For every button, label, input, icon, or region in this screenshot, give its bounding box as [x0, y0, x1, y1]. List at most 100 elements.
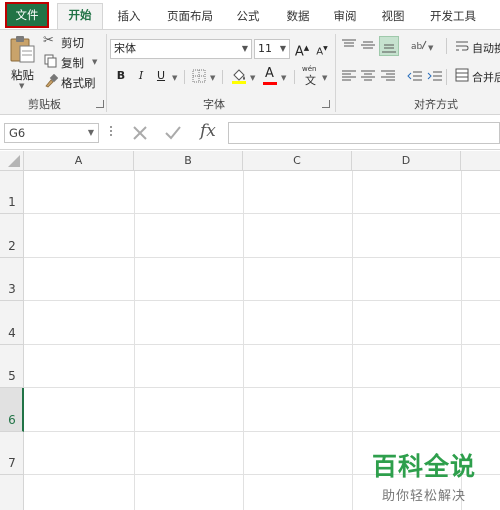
grow-font-label: A [294, 44, 304, 60]
svg-text:ab: ab [411, 42, 423, 52]
paste-icon [10, 36, 35, 63]
tab-data[interactable]: 数据 [283, 5, 313, 27]
align-middle-icon[interactable] [360, 38, 376, 52]
copy-label: 复制 [61, 56, 84, 70]
column-header-b[interactable]: B [134, 151, 243, 171]
tab-review[interactable]: 审阅 [330, 5, 360, 27]
borders-icon[interactable] [192, 69, 206, 83]
scissors-icon: ✂ [43, 33, 54, 48]
borders-dropdown-icon[interactable]: ▼ [210, 74, 215, 82]
divider [106, 34, 107, 112]
watermark-title: 百科全说 [372, 452, 477, 481]
clipboard-launcher-icon[interactable] [96, 100, 104, 108]
row-header-6[interactable]: 6 [0, 388, 24, 432]
font-size-select[interactable]: 11 ▼ [254, 39, 290, 59]
align-left-icon[interactable] [341, 69, 357, 83]
wrap-text-icon [456, 41, 469, 51]
column-header-c[interactable]: C [243, 151, 352, 171]
row-header-8[interactable] [0, 475, 24, 510]
shrink-font-button[interactable]: A▼ [313, 40, 331, 58]
font-color-button[interactable]: A [262, 66, 278, 86]
row-header-2[interactable]: 2 [0, 214, 24, 258]
tab-view[interactable]: 视图 [378, 5, 408, 27]
tab-insert[interactable]: 插入 [114, 5, 144, 27]
divider [446, 69, 447, 85]
tab-page-layout[interactable]: 页面布局 [162, 5, 218, 27]
cancel-icon[interactable] [132, 125, 148, 141]
phonetic-char-label: 文 [305, 74, 316, 87]
row-header-5[interactable]: 5 [0, 345, 24, 388]
font-name-value: 宋体 [114, 42, 136, 55]
divider [222, 70, 223, 84]
merge-cells-icon [455, 68, 469, 82]
font-launcher-icon[interactable] [322, 100, 330, 108]
font-name-select[interactable]: 宋体 ▼ [110, 39, 252, 59]
fill-color-icon[interactable] [230, 67, 248, 85]
column-header-e[interactable] [461, 151, 500, 171]
paste-button[interactable]: 粘贴 ▼ [6, 34, 38, 90]
wrap-text-label: 自动换 [472, 42, 500, 55]
font-group-label: 字体 [203, 98, 225, 111]
name-box[interactable]: G6 ▼ [4, 123, 99, 143]
formula-input[interactable] [228, 122, 500, 144]
grow-font-button[interactable]: A▲ [293, 39, 311, 60]
tab-formulas[interactable]: 公式 [233, 5, 263, 27]
bold-button[interactable]: B [112, 67, 130, 85]
tab-file[interactable]: 文件 [5, 2, 49, 28]
cell-reference: G6 [9, 126, 26, 140]
cut-button[interactable]: ✂ 剪切 [43, 33, 93, 51]
chevron-down-icon: ▼ [241, 44, 248, 53]
select-all-corner[interactable] [0, 151, 24, 171]
divider [335, 34, 336, 112]
format-painter-button[interactable]: 格式刷 [43, 73, 98, 91]
watermark: 百科全说 助你轻松解决 [372, 447, 492, 504]
underline-button[interactable]: U [152, 67, 170, 85]
divider [446, 38, 447, 54]
decrease-indent-icon[interactable] [407, 69, 423, 83]
format-painter-label: 格式刷 [61, 76, 96, 90]
phonetic-guide-button[interactable]: wén 文 [302, 65, 324, 87]
ribbon-tab-bar: 文件 开始 插入 页面布局 公式 数据 审阅 视图 开发工具 [0, 0, 500, 30]
formula-bar-grip-icon[interactable] [110, 126, 113, 140]
merge-center-button[interactable]: 合并后 [455, 67, 500, 85]
paste-label: 粘贴 [11, 68, 34, 82]
copy-dropdown-icon[interactable]: ▼ [92, 58, 97, 66]
paintbrush-icon [45, 74, 58, 88]
font-color-dropdown-icon[interactable]: ▼ [281, 74, 286, 82]
column-header-a[interactable]: A [24, 151, 134, 171]
wrap-text-button[interactable]: 自动换 [455, 38, 500, 56]
increase-indent-icon[interactable] [427, 69, 443, 83]
align-top-icon[interactable] [341, 38, 357, 52]
gridline [24, 300, 500, 301]
row-header-7[interactable]: 7 [0, 432, 24, 475]
merge-center-label: 合并后 [472, 71, 500, 84]
align-bottom-button[interactable] [379, 36, 399, 56]
italic-button[interactable]: I [132, 67, 150, 85]
orientation-icon[interactable]: ab [410, 37, 428, 53]
copy-icon [44, 54, 57, 68]
row-header-4[interactable]: 4 [0, 301, 24, 345]
copy-button[interactable]: 复制 ▼ [43, 53, 101, 71]
tab-developer[interactable]: 开发工具 [426, 5, 480, 27]
enter-check-icon[interactable] [164, 125, 182, 141]
align-bottom-icon [382, 44, 396, 53]
font-color-swatch [263, 82, 277, 85]
underline-dropdown-icon[interactable]: ▼ [172, 74, 177, 82]
insert-function-icon[interactable]: fx [200, 121, 216, 141]
cut-label: 剪切 [61, 36, 84, 50]
gridline [24, 344, 500, 345]
formula-buttons: fx [124, 121, 224, 144]
divider [184, 70, 185, 84]
fill-color-dropdown-icon[interactable]: ▼ [250, 74, 255, 82]
column-header-d[interactable]: D [352, 151, 461, 171]
tab-home[interactable]: 开始 [57, 3, 103, 30]
align-center-icon[interactable] [360, 69, 376, 83]
row-header-1[interactable]: 1 [0, 171, 24, 214]
phonetic-dropdown-icon[interactable]: ▼ [322, 74, 327, 82]
ribbon: 粘贴 ▼ ✂ 剪切 复制 ▼ 格式刷 剪贴板 宋体 ▼ 11 ▼ A▲ A▼ B… [0, 29, 500, 115]
align-right-icon[interactable] [380, 69, 396, 83]
clipboard-group-label: 剪贴板 [28, 98, 61, 111]
row-header-3[interactable]: 3 [0, 258, 24, 301]
paste-dropdown-icon[interactable]: ▼ [19, 82, 24, 90]
orientation-dropdown-icon[interactable]: ▼ [428, 44, 433, 52]
